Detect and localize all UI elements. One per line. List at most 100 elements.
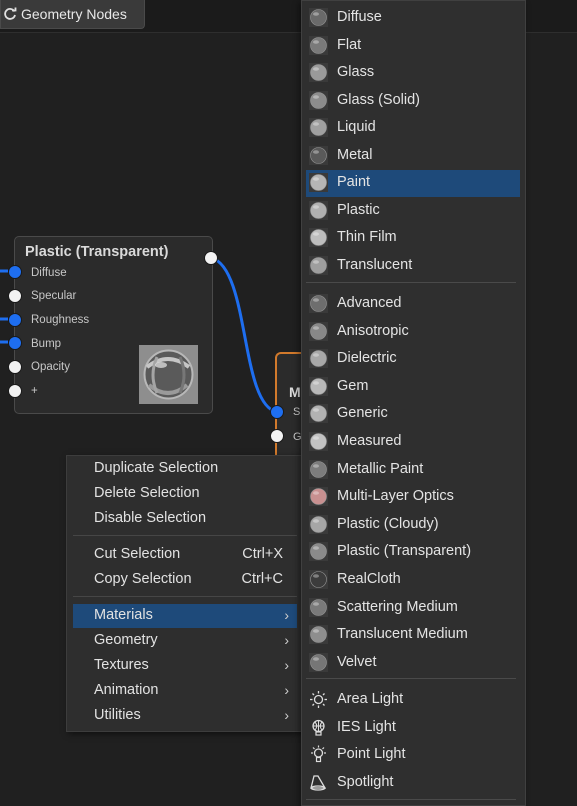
material-item-plastic[interactable]: Plastic bbox=[306, 198, 520, 225]
port-label: Specular bbox=[31, 290, 77, 302]
material-item-liquid[interactable]: Liquid bbox=[306, 115, 520, 142]
port-label: Roughness bbox=[31, 314, 90, 326]
material-item-glass[interactable]: Glass bbox=[306, 60, 520, 87]
material-item-plastic-cloudy[interactable]: Plastic (Cloudy) bbox=[306, 512, 520, 539]
translucent-medium-sphere-icon bbox=[309, 625, 328, 644]
material-item-label: Paint bbox=[337, 174, 371, 190]
material-item-thin-film[interactable]: Thin Film bbox=[306, 225, 520, 252]
material-item-translucent[interactable]: Translucent bbox=[306, 253, 520, 280]
menu-item-disable-selection[interactable]: Disable Selection bbox=[73, 507, 297, 531]
material-item-glass-solid[interactable]: Glass (Solid) bbox=[306, 88, 520, 115]
menu-item-copy-selection[interactable]: Copy Selection Ctrl+C bbox=[73, 568, 297, 592]
port-roughness-socket[interactable] bbox=[8, 313, 22, 327]
material-item-gem[interactable]: Gem bbox=[306, 374, 520, 401]
liquid-sphere-icon bbox=[309, 118, 328, 137]
node-title: Plastic (Transparent) bbox=[25, 244, 169, 260]
material-item-label: Area Light bbox=[337, 691, 404, 707]
material-item-label: IES Light bbox=[337, 719, 396, 735]
scattering-medium-sphere-icon bbox=[309, 598, 328, 617]
menu-item-delete-selection[interactable]: Delete Selection bbox=[73, 482, 297, 506]
anisotropic-sphere-icon bbox=[309, 322, 328, 341]
metal-sphere-icon bbox=[309, 146, 328, 165]
material-item-translucent-medium[interactable]: Translucent Medium bbox=[306, 622, 520, 649]
menu-item-animation[interactable]: Animation › bbox=[73, 679, 297, 703]
material-item-label: Thin Film bbox=[337, 229, 397, 245]
material-item-label: RealCloth bbox=[337, 571, 401, 587]
material-item-label: Point Light bbox=[337, 746, 406, 762]
node-output-socket[interactable] bbox=[204, 251, 218, 265]
multi-layer-optics-sphere-icon bbox=[309, 487, 328, 506]
material-item-metallic-paint[interactable]: Metallic Paint bbox=[306, 457, 520, 484]
port-add-socket[interactable] bbox=[8, 384, 22, 398]
material-item-label: Multi-Layer Optics bbox=[337, 488, 454, 504]
menu-item-geometry[interactable]: Geometry › bbox=[73, 629, 297, 653]
material-item-multi-layer-optics[interactable]: Multi-Layer Optics bbox=[306, 484, 520, 511]
menu-item-label: Copy Selection bbox=[94, 571, 192, 587]
material-item-diffuse[interactable]: Diffuse bbox=[306, 5, 520, 32]
gem-sphere-icon bbox=[309, 377, 328, 396]
material-item-flat[interactable]: Flat bbox=[306, 33, 520, 60]
chevron-right-icon: › bbox=[284, 682, 289, 698]
port-opacity-socket[interactable] bbox=[8, 360, 22, 374]
context-menu: Duplicate Selection Delete Selection Dis… bbox=[66, 455, 304, 732]
advanced-sphere-icon bbox=[309, 294, 328, 313]
menu-item-cut-selection[interactable]: Cut Selection Ctrl+X bbox=[73, 543, 297, 567]
material-item-velvet[interactable]: Velvet bbox=[306, 650, 520, 677]
menu-item-label: Disable Selection bbox=[94, 510, 207, 526]
material-item-measured[interactable]: Measured bbox=[306, 429, 520, 456]
material-item-plastic-transparent[interactable]: Plastic (Transparent) bbox=[306, 539, 520, 566]
port-bump-socket[interactable] bbox=[8, 336, 22, 350]
menu-item-textures[interactable]: Textures › bbox=[73, 654, 297, 678]
menu-item-utilities[interactable]: Utilities › bbox=[73, 704, 297, 728]
material-item-scattering-medium[interactable]: Scattering Medium bbox=[306, 595, 520, 622]
menu-item-duplicate-selection[interactable]: Duplicate Selection bbox=[73, 457, 297, 481]
material-input-port[interactable] bbox=[270, 429, 284, 443]
materials-submenu: Diffuse Flat Glass Glass (Solid) Liquid Metal… bbox=[301, 0, 526, 806]
material-item-label: Diffuse bbox=[337, 9, 382, 25]
port-diffuse-socket[interactable] bbox=[8, 265, 22, 279]
material-item-label: Anisotropic bbox=[337, 323, 409, 339]
port-label: Diffuse bbox=[31, 267, 67, 279]
material-item-label: Flat bbox=[337, 37, 362, 53]
material-item-area-light[interactable]: Area Light bbox=[306, 687, 520, 714]
realcloth-sphere-icon bbox=[309, 570, 328, 589]
menu-separator bbox=[306, 678, 516, 679]
material-item-label: Spotlight bbox=[337, 774, 394, 790]
material-item-realcloth[interactable]: RealCloth bbox=[306, 567, 520, 594]
material-item-label: Translucent Medium bbox=[337, 626, 468, 642]
menu-item-label: Materials bbox=[94, 607, 153, 623]
menu-separator bbox=[306, 799, 516, 800]
ies-light-icon bbox=[309, 718, 328, 737]
material-item-label: Glass bbox=[337, 64, 375, 80]
material-node-port-label: S bbox=[293, 406, 301, 418]
menu-item-label: Animation bbox=[94, 682, 159, 698]
material-item-point-light[interactable]: Point Light bbox=[306, 742, 520, 769]
menu-separator bbox=[73, 535, 297, 536]
material-input-port[interactable] bbox=[270, 405, 284, 419]
material-item-ies-light[interactable]: IES Light bbox=[306, 715, 520, 742]
menu-item-label: Textures bbox=[94, 657, 149, 673]
chevron-right-icon: › bbox=[284, 707, 289, 723]
material-item-anisotropic[interactable]: Anisotropic bbox=[306, 319, 520, 346]
menu-item-label: Cut Selection bbox=[94, 546, 181, 562]
port-specular-socket[interactable] bbox=[8, 289, 22, 303]
port-label: Bump bbox=[31, 338, 62, 350]
material-preview-thumbnail bbox=[139, 345, 198, 404]
plastic-transparent-node[interactable]: Plastic (Transparent) Diffuse Specular R… bbox=[14, 236, 213, 414]
material-item-label: Metal bbox=[337, 147, 373, 163]
menu-item-shortcut: Ctrl+X bbox=[242, 546, 283, 562]
material-item-spotlight[interactable]: Spotlight bbox=[306, 770, 520, 797]
menu-item-materials[interactable]: Materials › bbox=[73, 604, 297, 628]
velvet-sphere-icon bbox=[309, 653, 328, 672]
material-item-label: Translucent bbox=[337, 257, 413, 273]
material-item-dielectric[interactable]: Dielectric bbox=[306, 346, 520, 373]
point-light-icon bbox=[309, 745, 328, 764]
material-item-advanced[interactable]: Advanced bbox=[306, 291, 520, 318]
material-item-label: Dielectric bbox=[337, 350, 397, 366]
material-item-label: Measured bbox=[337, 433, 402, 449]
material-item-metal[interactable]: Metal bbox=[306, 143, 520, 170]
material-item-paint[interactable]: Paint bbox=[306, 170, 520, 197]
material-item-label: Gem bbox=[337, 378, 369, 394]
material-item-generic[interactable]: Generic bbox=[306, 401, 520, 428]
glass-solid-sphere-icon bbox=[309, 91, 328, 110]
